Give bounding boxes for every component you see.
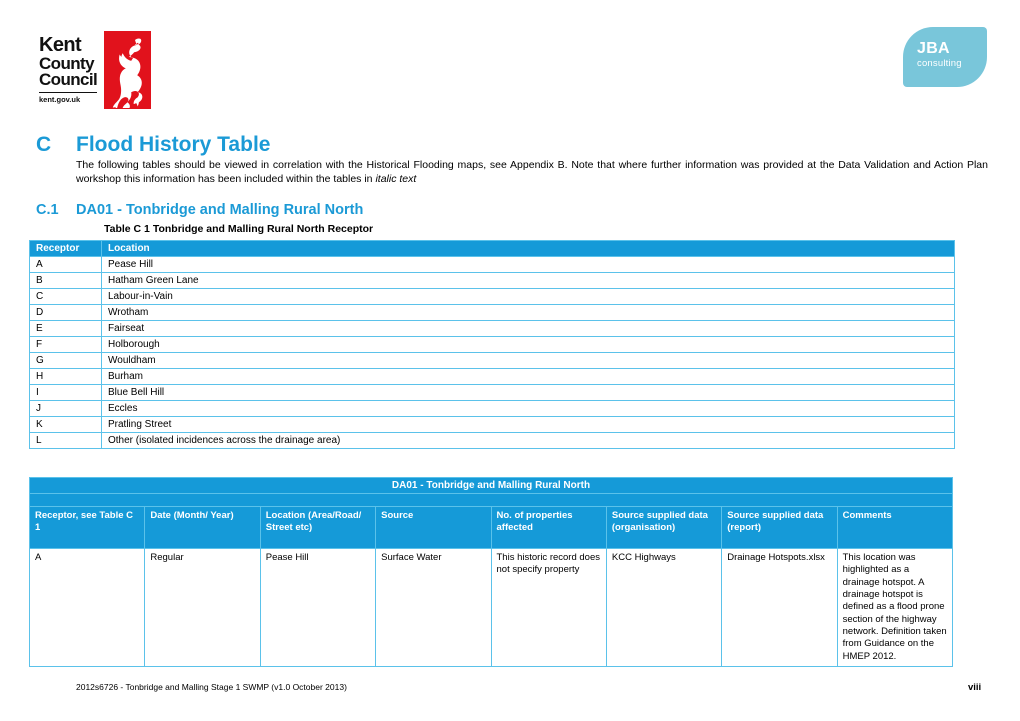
table2-cell-date: Regular [144,547,261,668]
table2-col-date: Date (Month/ Year) [144,506,261,549]
table2-col-properties: No. of properties affected [490,506,607,549]
table1-col-receptor: Receptor [29,240,102,257]
intro-paragraph: The following tables should be viewed in… [76,158,988,186]
section-title: DA01 - Tonbridge and Malling Rural North [76,202,364,218]
intro-paragraph-italic: italic text [375,173,417,186]
table-row: D Wrotham [29,304,955,321]
kcc-logo-wordmark: Kent County Council kent.gov.uk [33,31,104,109]
table2-title: DA01 - Tonbridge and Malling Rural North [29,477,953,494]
table1-caption: Table C 1 Tonbridge and Malling Rural No… [104,223,374,235]
table2-spacer-row [29,493,953,507]
table1-cell-receptor: J [29,400,102,417]
footer-reference: 2012s6726 - Tonbridge and Malling Stage … [76,682,347,692]
table1-cell-location: Blue Bell Hill [101,384,955,401]
table1-cell-receptor: I [29,384,102,401]
table2-header-row: Receptor, see Table C 1 Date (Month/ Yea… [28,506,954,549]
jba-logo-name: JBA [917,40,950,57]
table2-body: A Regular Pease Hill Surface Water This hist… [28,547,954,668]
section-heading: C.1 DA01 - Tonbridge and Malling Rural No… [36,201,936,219]
table1-col-location: Location [101,240,955,257]
table2-col-source: Source [375,506,492,549]
appendix-heading: C Flood History Table [36,133,996,157]
table2-cell-location: Pease Hill [259,547,377,668]
table1-cell-location: Labour-in-Vain [101,288,955,305]
receptor-table: Receptor Location A Pease Hill B Hatham Gre… [29,240,955,449]
table2-col-location: Location (Area/Road/ Street etc) [259,506,377,549]
table2-cell-report: Drainage Hotspots.xlsx [721,547,838,668]
table2-cell-properties: This historic record does not specify pr… [490,547,607,668]
table1-cell-receptor: B [29,272,102,289]
table1-cell-receptor: E [29,320,102,337]
table-row: C Labour-in-Vain [29,288,955,305]
table1-cell-location: Pease Hill [101,256,955,273]
table-row: G Wouldham [29,352,955,369]
intro-paragraph-text: The following tables should be viewed in… [76,159,988,186]
table-row: L Other (isolated incidences across the d… [29,432,955,449]
table1-body: A Pease Hill B Hatham Green Lane C Labour-in-… [29,256,955,449]
table-row: F Holborough [29,336,955,353]
table1-cell-receptor: D [29,304,102,321]
table2-cell-org: KCC Highways [605,547,723,668]
table1-cell-receptor: A [29,256,102,273]
section-number: C.1 [36,202,59,218]
page-number: viii [968,682,982,693]
table1-cell-receptor: H [29,368,102,385]
kent-county-council-logo: Kent County Council kent.gov.uk [32,30,152,110]
table1-cell-receptor: G [29,352,102,369]
kcc-logo-red-panel [103,31,151,109]
table1-header-row: Receptor Location [29,240,955,257]
table-row: E Fairseat [29,320,955,337]
table-row: J Eccles [29,400,955,417]
table-row: H Burham [29,368,955,385]
table2-col-source-report: Source supplied data (report) [721,506,838,549]
kcc-logo-line3: Council [39,70,98,90]
table1-cell-location: Burham [101,368,955,385]
table1-cell-location: Hatham Green Lane [101,272,955,289]
table1-cell-receptor: L [29,432,102,449]
table2-spacer [29,493,953,507]
table2-col-receptor: Receptor, see Table C 1 [28,506,146,549]
table2-cell-receptor: A [28,547,146,668]
table-row: K Pratling Street [29,416,955,433]
table-row: B Hatham Green Lane [29,272,955,289]
table2-col-source-organisation: Source supplied data (organisation) [605,506,723,549]
table1-cell-location: Eccles [101,400,955,417]
table1-cell-location: Holborough [101,336,955,353]
table1-cell-location: Pratling Street [101,416,955,433]
jba-consulting-logo: JBA consulting [903,27,987,87]
appendix-title: Flood History Table [76,133,271,156]
kcc-logo-url: kent.gov.uk [39,91,97,104]
table2-cell-source: Surface Water [375,547,492,668]
kcc-logo-line1: Kent [39,34,82,57]
table-row: I Blue Bell Hill [29,384,955,401]
table1-cell-location: Other (isolated incidences across the dr… [101,432,955,449]
table-row: A Regular Pease Hill Surface Water This hist… [28,547,954,668]
table2-cell-comments: This location was highlighted as a drain… [836,547,954,668]
table2-title-row: DA01 - Tonbridge and Malling Rural North [29,477,953,494]
table-row: A Pease Hill [29,256,955,273]
table1-cell-receptor: K [29,416,102,433]
flood-history-table: DA01 - Tonbridge and Malling Rural North… [28,477,954,668]
jba-logo-subtitle: consulting [917,58,962,69]
appendix-letter: C [36,133,52,156]
table2-col-comments: Comments [836,506,954,549]
table1-cell-receptor: C [29,288,102,305]
table1-cell-location: Wrotham [101,304,955,321]
table1-cell-receptor: F [29,336,102,353]
table1-cell-location: Wouldham [101,352,955,369]
table1-cell-location: Fairseat [101,320,955,337]
